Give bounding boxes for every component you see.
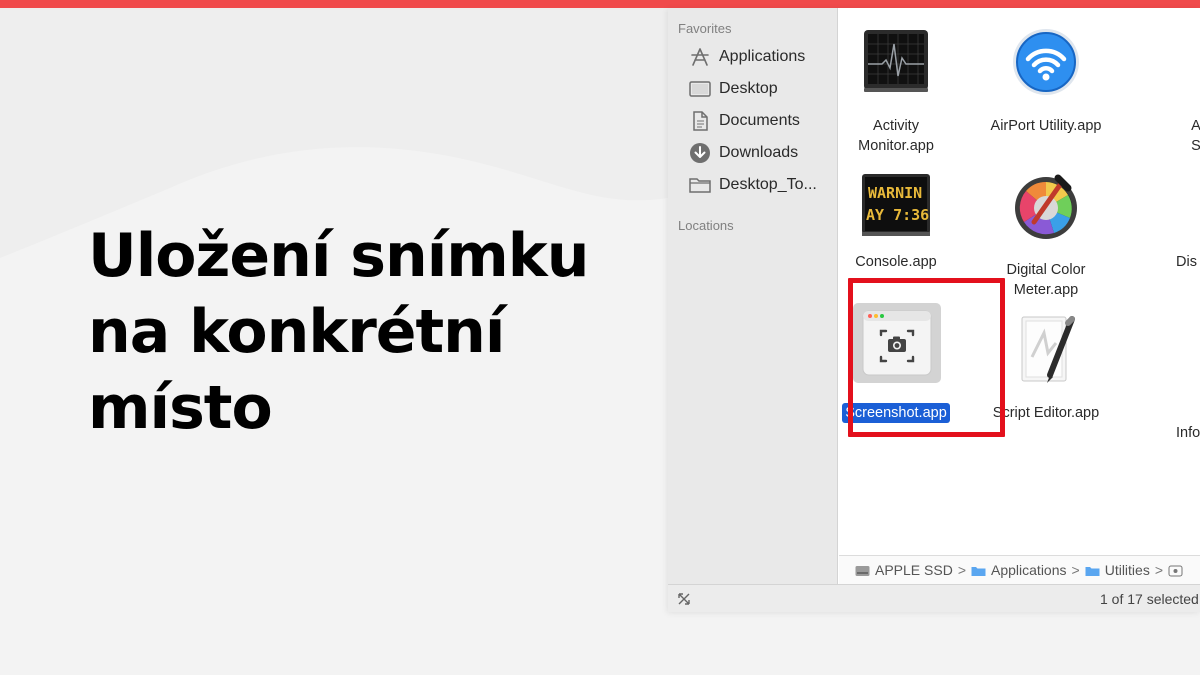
file-label: S bbox=[1191, 138, 1200, 154]
status-bar: 1 of 17 selected bbox=[668, 584, 1200, 612]
desktop-icon bbox=[688, 78, 712, 100]
path-item-utilities[interactable]: Utilities bbox=[1105, 562, 1150, 578]
path-separator: > bbox=[1071, 562, 1080, 578]
folder-icon bbox=[1085, 564, 1100, 576]
sidebar-heading-locations: Locations bbox=[678, 218, 734, 233]
file-item-airport-utility[interactable]: AirPort Utility.app bbox=[966, 26, 1126, 156]
applications-icon bbox=[688, 46, 712, 68]
finder-sidebar: Favorites Applications Desktop Documents… bbox=[668, 8, 838, 584]
file-label: Digital Color bbox=[1006, 262, 1086, 278]
partial-app-icon bbox=[1160, 26, 1200, 98]
highlight-box bbox=[848, 278, 1005, 437]
digital-color-meter-icon bbox=[1010, 170, 1082, 242]
sidebar-item-label: Documents bbox=[719, 112, 800, 129]
file-item-activity-monitor[interactable]: Activity Monitor.app bbox=[816, 26, 976, 156]
folder-icon bbox=[688, 174, 712, 196]
headline-line-2: na konkrétní bbox=[88, 297, 505, 367]
file-label: Dis bbox=[1176, 254, 1197, 270]
partial-app-icon bbox=[1160, 170, 1200, 242]
headline-line-3: místo bbox=[88, 373, 273, 443]
sidebar-item-label: Desktop_To... bbox=[719, 176, 817, 193]
path-item-applications[interactable]: Applications bbox=[991, 562, 1067, 578]
file-label: Monitor.app bbox=[858, 138, 934, 154]
sidebar-item-label: Desktop bbox=[719, 80, 778, 97]
headline-line-1: Uložení snímku bbox=[88, 221, 589, 291]
page-headline: Uložení snímku na konkrétní místo bbox=[88, 218, 648, 446]
screenshot-small-icon bbox=[1168, 564, 1183, 577]
activity-monitor-icon bbox=[860, 26, 932, 98]
file-item-partial-3[interactable]: Info bbox=[1116, 313, 1200, 443]
hard-drive-icon bbox=[855, 564, 870, 576]
file-item-console[interactable]: WARNIN AY 7:36 Console.app bbox=[816, 170, 976, 280]
path-bar: APPLE SSD > Applications > Utilities > bbox=[839, 555, 1200, 584]
file-label: Activity bbox=[873, 118, 919, 134]
sidebar-heading-favorites: Favorites bbox=[678, 21, 732, 36]
sidebar-item-label: Applications bbox=[719, 48, 806, 65]
file-item-partial-2[interactable]: Dis bbox=[1116, 170, 1200, 280]
folder-icon bbox=[971, 564, 986, 576]
downloads-icon bbox=[688, 142, 712, 164]
file-label: A bbox=[1191, 118, 1200, 134]
path-separator: > bbox=[1154, 562, 1164, 578]
airport-utility-icon bbox=[1010, 26, 1082, 98]
console-text-1: WARNIN bbox=[868, 184, 922, 202]
file-label: AirPort Utility.app bbox=[990, 118, 1102, 134]
sidebar-item-label: Downloads bbox=[719, 144, 799, 161]
accent-top-bar bbox=[0, 0, 1200, 8]
path-separator: > bbox=[957, 562, 967, 578]
path-item-apple-ssd[interactable]: APPLE SSD bbox=[875, 562, 953, 578]
file-label: Info bbox=[1176, 425, 1200, 441]
console-icon: WARNIN AY 7:36 bbox=[860, 170, 932, 242]
script-editor-icon bbox=[1010, 313, 1082, 385]
console-text-2: AY 7:36 bbox=[866, 206, 929, 224]
collapse-icon[interactable] bbox=[676, 591, 692, 607]
file-label: Console.app bbox=[855, 254, 937, 270]
file-item-partial-1[interactable]: A S bbox=[1116, 26, 1200, 156]
selection-status: 1 of 17 selected bbox=[1100, 591, 1199, 607]
documents-icon bbox=[688, 110, 712, 132]
